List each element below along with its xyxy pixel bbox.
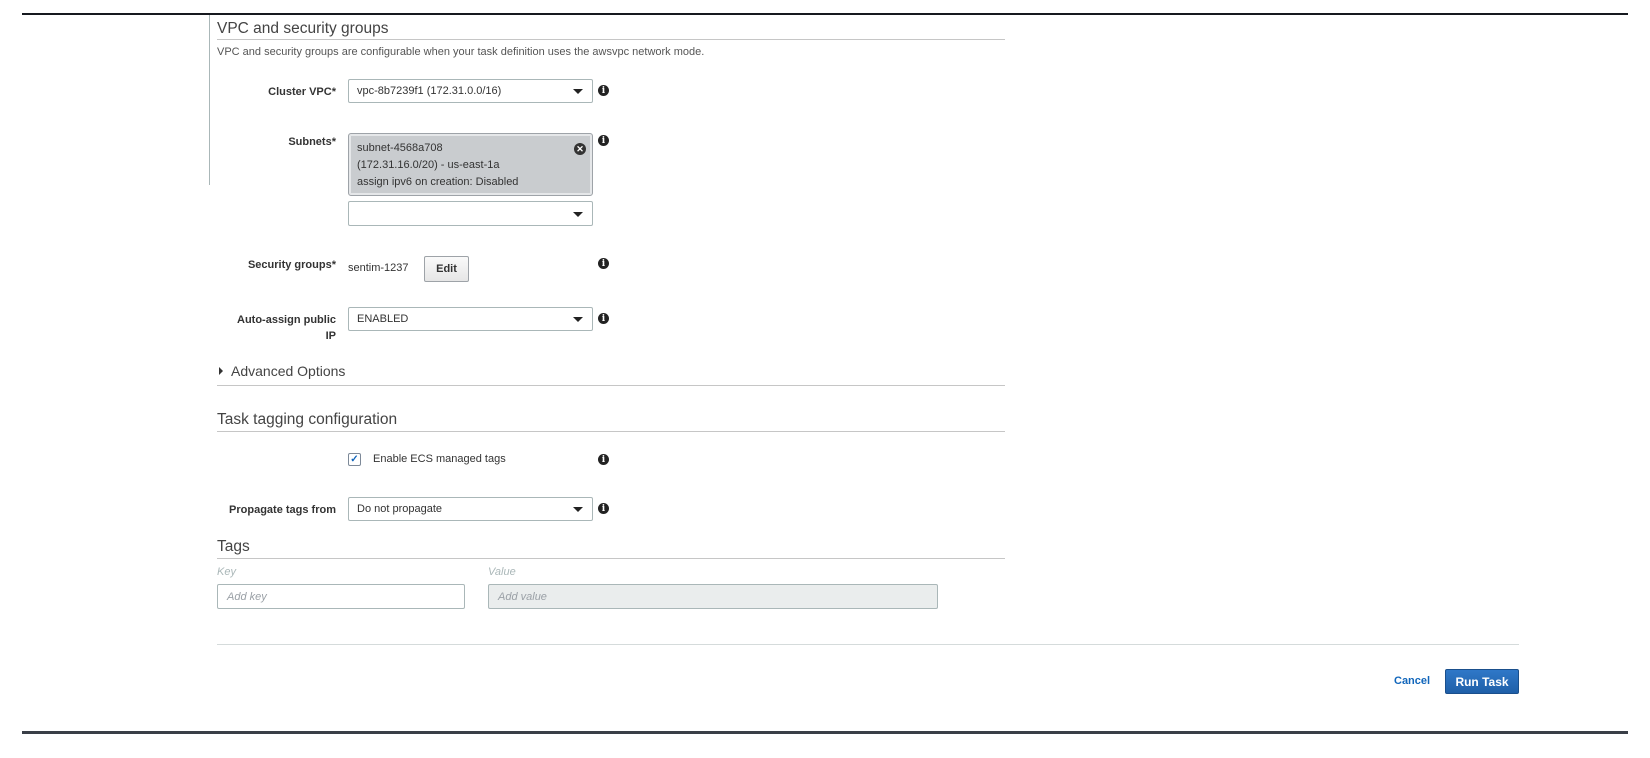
subnets-label: Subnets* — [288, 136, 336, 148]
propagate-tags-label: Propagate tags from — [229, 504, 336, 516]
info-icon[interactable]: i — [598, 135, 609, 146]
subnet-chip: subnet-4568a708 (172.31.16.0/20) - us-ea… — [348, 133, 593, 196]
auto-assign-ip-label: Auto-assign public IP — [196, 312, 336, 344]
section-divider — [217, 558, 1005, 559]
info-icon[interactable]: i — [598, 454, 609, 465]
propagate-tags-select[interactable]: Do not propagate — [348, 497, 593, 521]
auto-assign-ip-label-line: Auto-assign public — [237, 314, 336, 326]
cluster-vpc-value: vpc-8b7239f1 (172.31.0.0/16) — [357, 85, 502, 97]
info-icon[interactable]: i — [598, 313, 609, 324]
subnet-chip-line: subnet-4568a708 — [357, 142, 443, 154]
section-divider — [217, 39, 1005, 40]
section-divider — [217, 431, 1005, 432]
subnet-chip-line: (172.31.16.0/20) - us-east-1a — [357, 159, 500, 171]
caret-down-icon — [573, 317, 583, 322]
security-group-value: sentim-1237 — [348, 262, 409, 274]
section-divider — [217, 385, 1005, 386]
auto-assign-ip-value: ENABLED — [357, 313, 409, 325]
tagging-section-title: Task tagging configuration — [217, 411, 398, 428]
auto-assign-ip-label-line: IP — [325, 330, 336, 342]
vpc-section-title: VPC and security groups — [217, 20, 389, 37]
top-border — [22, 13, 1628, 15]
cancel-link[interactable]: Cancel — [1394, 675, 1430, 687]
enable-ecs-tags-checkbox[interactable]: ✓ — [348, 453, 361, 466]
tags-section-title: Tags — [217, 538, 250, 555]
tag-value-input[interactable]: Add value — [488, 584, 938, 609]
cluster-vpc-label: Cluster VPC* — [268, 86, 336, 98]
caret-down-icon — [573, 89, 583, 94]
caret-down-icon — [573, 211, 583, 217]
advanced-options-toggle[interactable]: Advanced Options — [219, 363, 345, 379]
auto-assign-ip-select[interactable]: ENABLED — [348, 307, 593, 331]
info-icon[interactable]: i — [598, 258, 609, 269]
tag-value-label: Value — [488, 566, 516, 578]
cluster-vpc-select[interactable]: vpc-8b7239f1 (172.31.0.0/16) — [348, 79, 593, 103]
edit-security-groups-button[interactable]: Edit — [424, 256, 469, 282]
run-task-button[interactable]: Run Task — [1445, 669, 1519, 694]
info-icon[interactable]: i — [598, 85, 609, 96]
checkmark-icon: ✓ — [350, 454, 359, 465]
propagate-tags-value: Do not propagate — [357, 503, 443, 515]
remove-circle-icon[interactable]: ✕ — [574, 143, 586, 155]
caret-right-icon — [219, 367, 223, 375]
enable-ecs-tags-label: Enable ECS managed tags — [373, 453, 506, 465]
security-groups-label: Security groups* — [247, 259, 336, 271]
footer-divider — [217, 644, 1519, 645]
subnets-select[interactable] — [348, 201, 593, 226]
subnet-chip-line: assign ipv6 on creation: Disabled — [357, 176, 519, 188]
info-icon[interactable]: i — [598, 503, 609, 514]
vpc-section-description: VPC and security groups are configurable… — [217, 46, 705, 58]
tag-key-label: Key — [217, 566, 236, 578]
bottom-border — [22, 731, 1628, 734]
caret-down-icon — [573, 507, 583, 512]
advanced-options-label: Advanced Options — [231, 363, 346, 379]
left-vertical-rule — [209, 15, 210, 185]
tag-key-input[interactable]: Add key — [217, 584, 465, 609]
